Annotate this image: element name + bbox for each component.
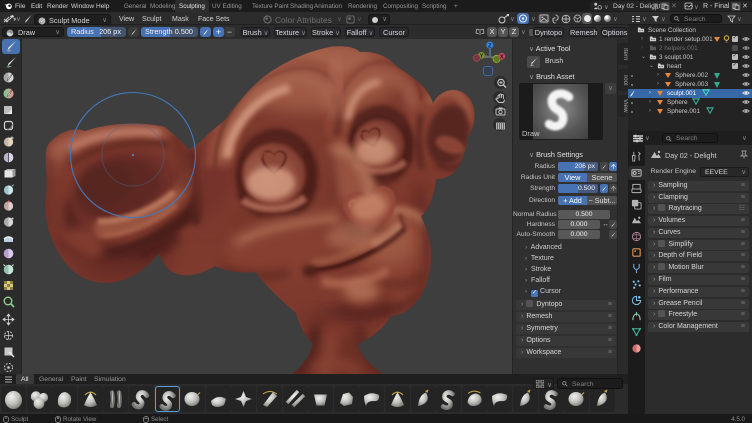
svg-text:X: X [500,55,504,61]
svg-text:Z: Z [488,44,492,50]
